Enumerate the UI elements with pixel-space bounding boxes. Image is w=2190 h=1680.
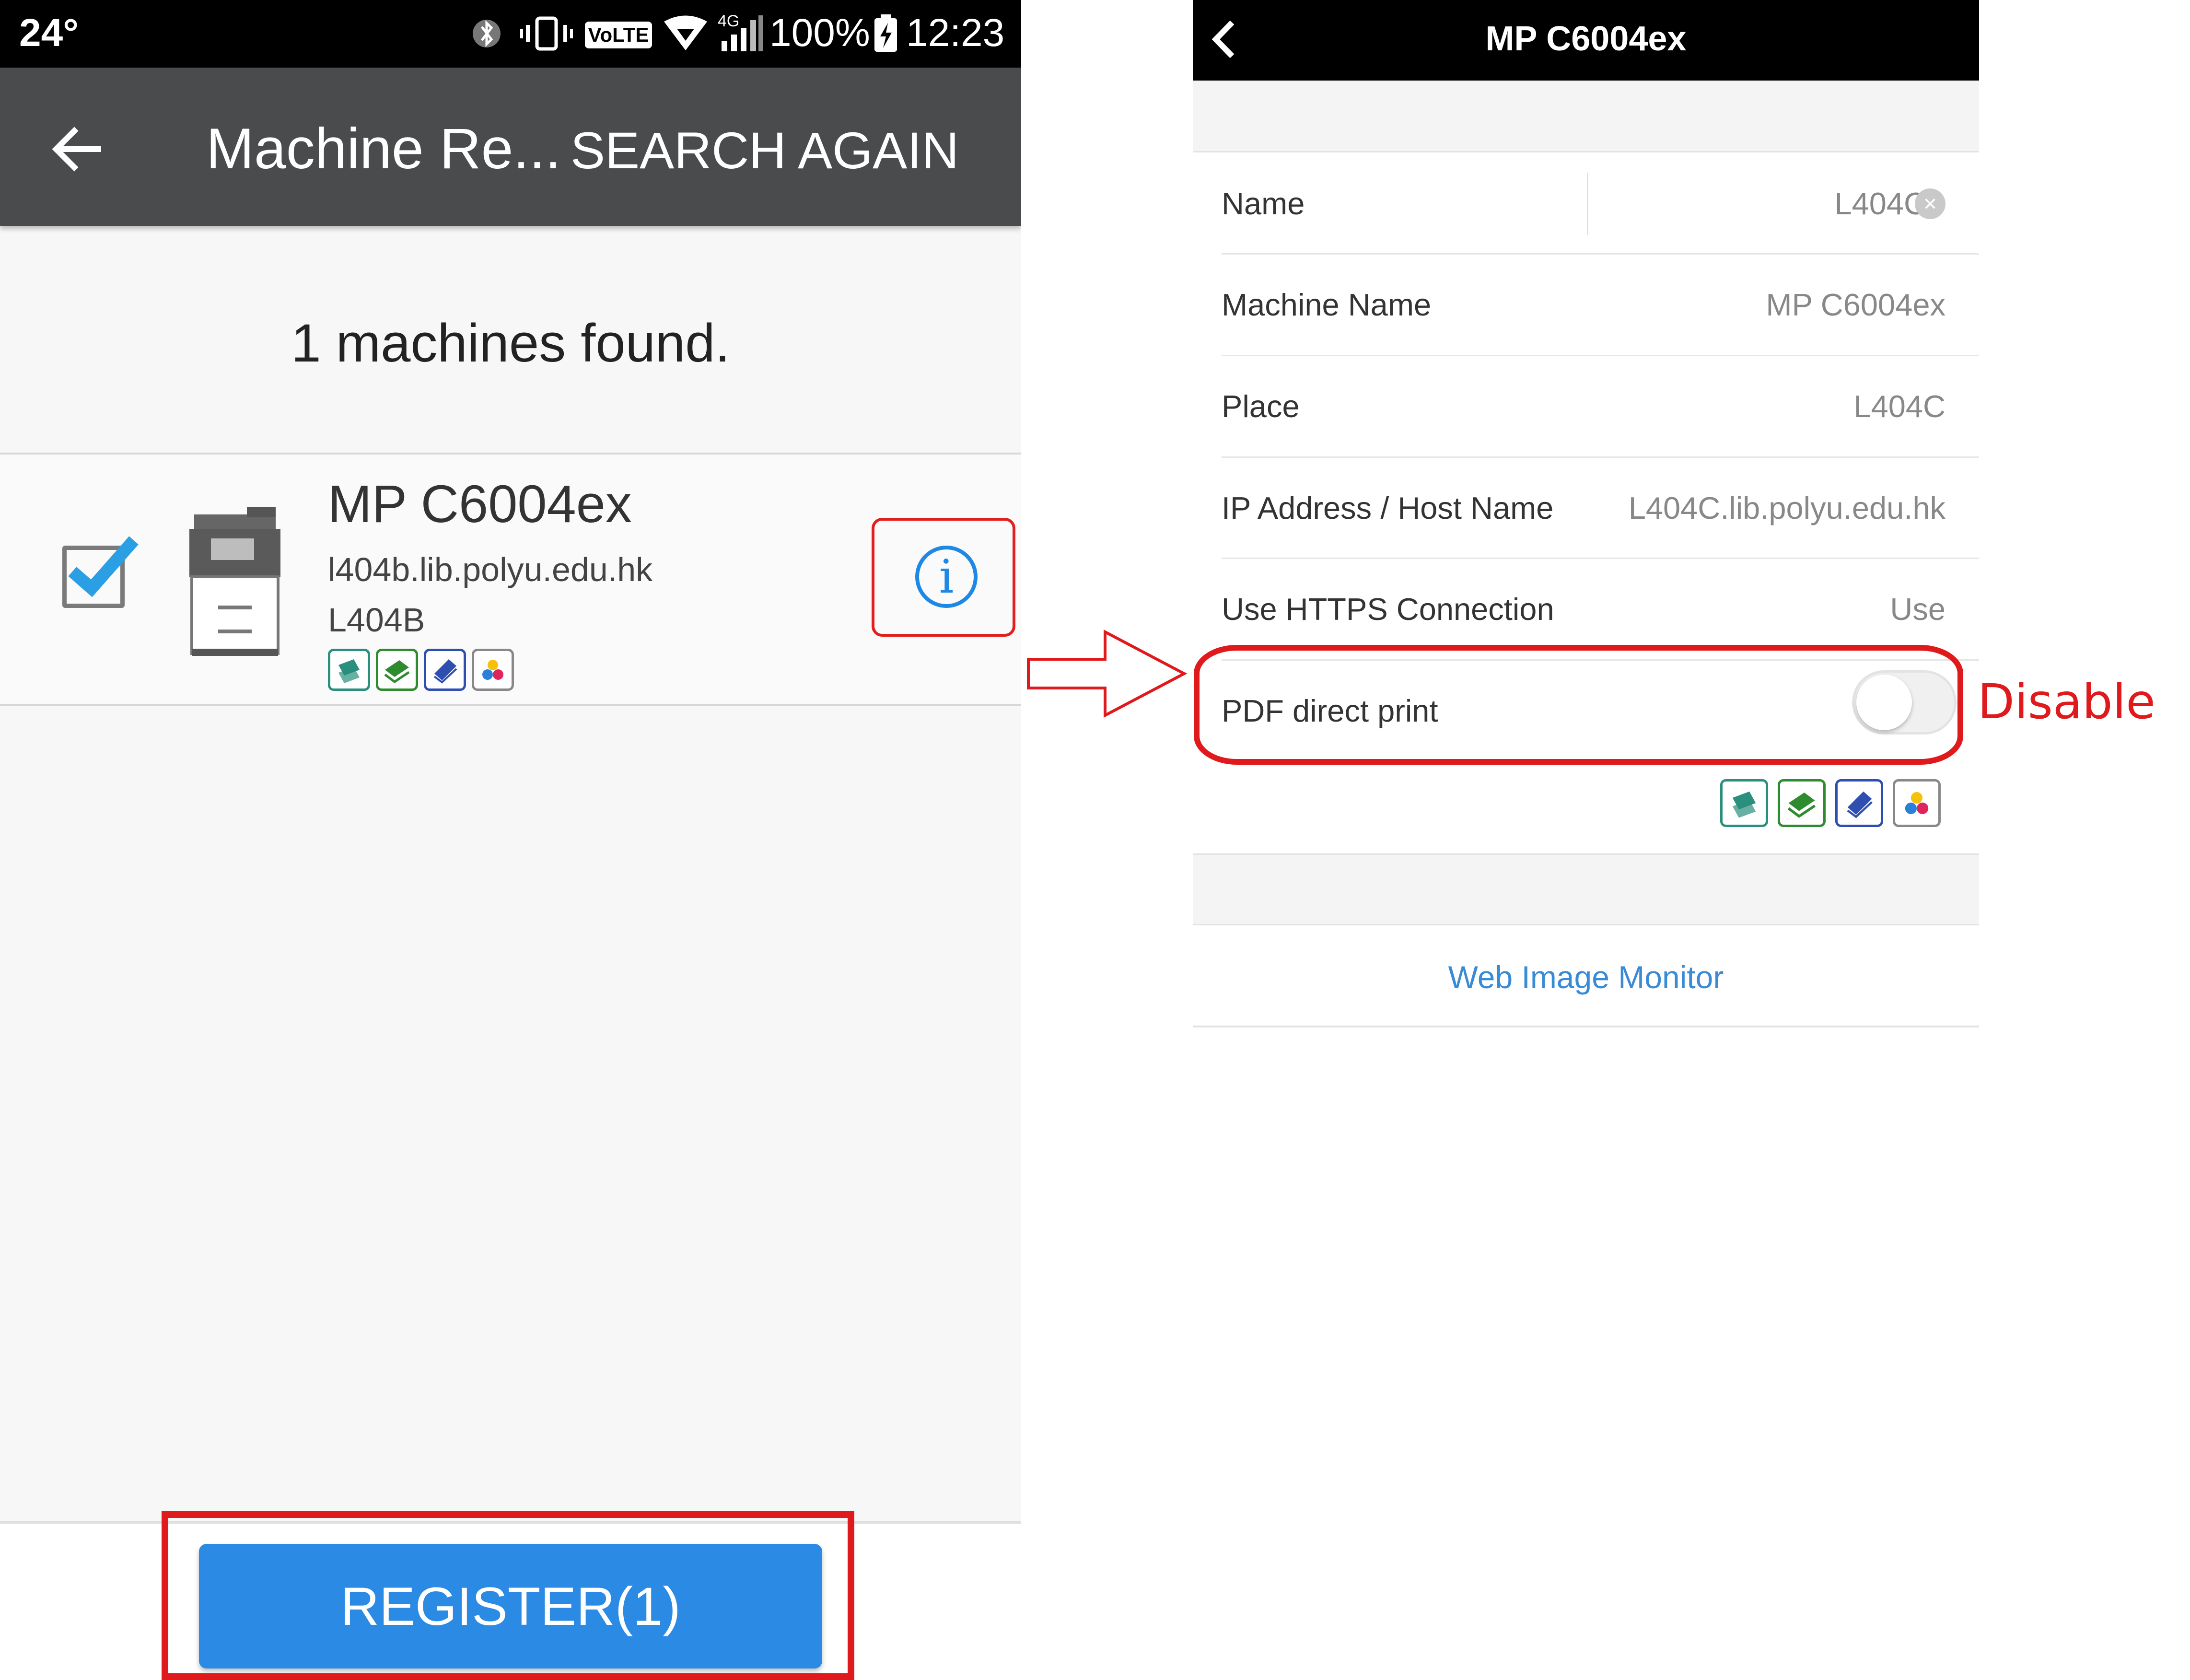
temperature-text: 24° [19,11,79,55]
ip-address-row: IP Address / Host Name L404C.lib.polyu.e… [1193,458,1979,559]
ip-address-label: IP Address / Host Name [1222,490,1554,525]
app-bar: Machine Re... SEARCH AGAIN [0,68,1021,226]
machine-checkbox[interactable] [62,536,139,608]
checkmark-icon [68,536,139,597]
machine-registration-screen: 24° VoLTE 4G 100% 12:23 Machine Re... SE… [0,0,1021,1680]
arrow-left-icon[interactable] [48,120,105,178]
battery-charging-icon [870,14,901,53]
wifi-icon [662,14,710,53]
color-icon [1893,779,1941,827]
section-spacer [1193,853,1979,925]
scan-icon [1778,779,1826,827]
detail-title: MP C6004ex [1485,20,1687,58]
machine-list-item[interactable]: MP C6004ex l404b.lib.polyu.edu.hk L404B … [0,455,1021,704]
chevron-left-icon[interactable] [1207,17,1241,62]
divider [1587,173,1588,235]
machine-detail-screen: MP C6004ex Name L404C × Machine Name MP … [1193,0,1979,1040]
register-highlight [162,1511,854,1680]
vibrate-icon [520,14,573,53]
nav-bar: MP C6004ex [1193,0,1979,81]
clock-text: 12:23 [906,11,1005,55]
machine-name-value: MP C6004ex [1766,287,1945,322]
disable-annotation: Disable [1978,674,2155,730]
copy-icon [328,649,370,691]
web-image-monitor-row[interactable]: Web Image Monitor [1193,927,1979,1027]
printer-icon [189,505,280,656]
machine-place: L404B [328,601,425,639]
copy-icon [1720,779,1768,827]
results-summary: 1 machines found. [0,226,1021,454]
search-again-button[interactable]: SEARCH AGAIN [571,120,959,180]
place-value: L404C [1853,389,1945,424]
section-spacer [1193,81,1979,152]
machine-host: l404b.lib.polyu.edu.hk [328,551,653,588]
function-icons [1720,779,1941,827]
info-highlight: i [872,518,1015,637]
arrow-right-icon [1026,628,1189,719]
page-title: Machine Re... [206,117,561,181]
print-icon [424,649,466,691]
print-icon [1835,779,1883,827]
battery-percent-text: 100% [769,11,870,55]
color-icon [472,649,514,691]
name-label: Name [1222,186,1305,221]
machine-name-label: Machine Name [1222,287,1432,322]
place-row: Place L404C [1193,356,1979,457]
signal-icon [719,14,765,53]
clear-icon[interactable]: × [1915,188,1945,219]
machine-name: MP C6004ex [328,475,632,534]
place-label: Place [1222,389,1300,424]
bluetooth-icon [467,14,506,53]
scan-icon [376,649,418,691]
ip-address-value: L404C.lib.polyu.edu.hk [1628,490,1945,525]
info-icon[interactable]: i [915,546,978,608]
pdf-direct-print-highlight [1194,645,1963,765]
volte-badge: VoLTE [585,22,652,48]
machines-found-text: 1 machines found. [291,313,730,373]
machine-name-row: Machine Name MP C6004ex [1193,255,1979,355]
name-value[interactable]: L404C [1834,153,1926,254]
function-icons [328,649,514,691]
divider [0,704,1021,706]
name-row[interactable]: Name L404C × [1193,153,1979,254]
web-image-monitor-link[interactable]: Web Image Monitor [1193,927,1979,1027]
status-bar: 24° VoLTE 4G 100% 12:23 [0,0,1021,68]
